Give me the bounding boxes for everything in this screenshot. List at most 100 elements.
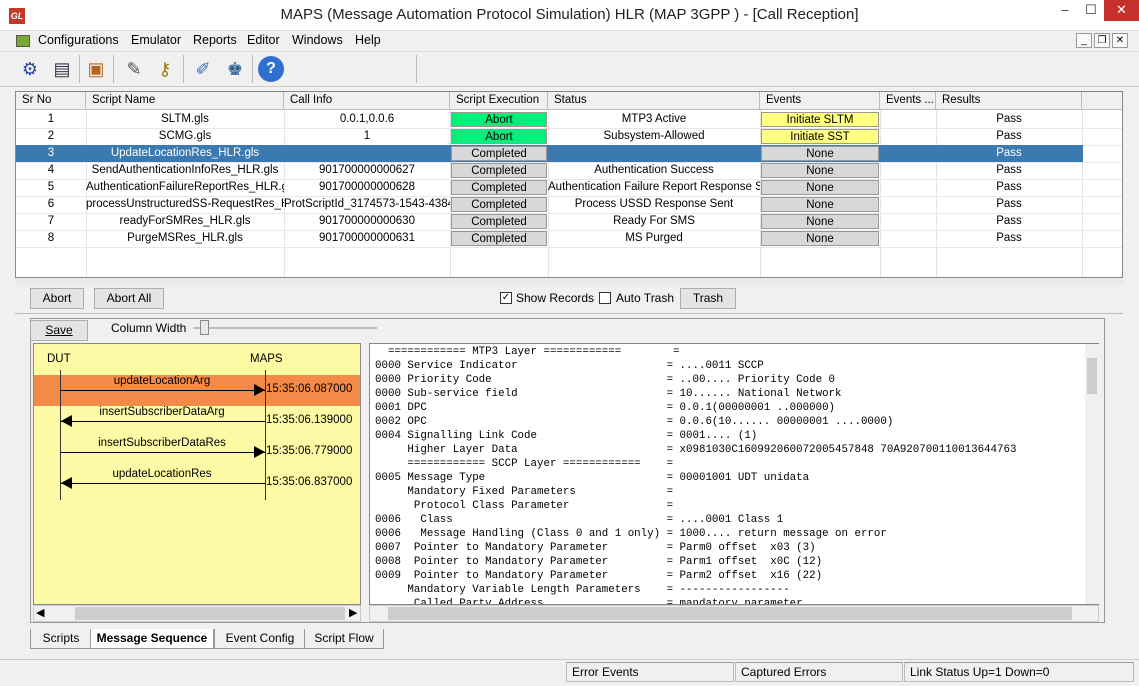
script-execution-button[interactable]: Completed: [451, 214, 547, 229]
cell-sr[interactable]: 3: [16, 145, 86, 162]
document-icon[interactable]: [16, 35, 30, 47]
script-execution-button[interactable]: Abort: [451, 129, 547, 144]
cell-script[interactable]: SLTM.gls: [86, 111, 284, 128]
cell-result[interactable]: Pass: [936, 230, 1082, 247]
cell-script[interactable]: SCMG.gls: [86, 128, 284, 145]
menu-emulator[interactable]: Emulator: [131, 33, 181, 47]
cell-status[interactable]: [548, 145, 760, 162]
sequence-message-label[interactable]: insertSubscriberDataRes: [62, 437, 262, 449]
cell-status[interactable]: MS Purged: [548, 230, 760, 247]
menu-editor[interactable]: Editor: [247, 33, 280, 47]
events-button[interactable]: Initiate SLTM: [761, 112, 879, 127]
cell-status[interactable]: Authentication Failure Report Response S…: [548, 179, 760, 196]
cell-result[interactable]: Pass: [936, 213, 1082, 230]
script-execution-button[interactable]: Completed: [451, 163, 547, 178]
notebook-icon[interactable]: ▤: [48, 55, 76, 83]
tab-message-sequence[interactable]: Message Sequence: [90, 629, 214, 649]
mdi-close-button[interactable]: ✕: [1112, 33, 1128, 48]
column-width-slider-handle[interactable]: [200, 320, 209, 335]
decode-hscroll-thumb[interactable]: [388, 607, 1072, 620]
scroll-left-arrow-icon[interactable]: ◀: [36, 606, 44, 619]
cell-sr[interactable]: 5: [16, 179, 86, 196]
window-minimize-button[interactable]: –: [1052, 0, 1078, 21]
cell-call[interactable]: 1: [284, 128, 450, 145]
cell-call[interactable]: 0.0.1,0.0.6: [284, 111, 450, 128]
pen-check-icon[interactable]: ✐: [189, 55, 217, 83]
cell-sr[interactable]: 1: [16, 111, 86, 128]
cell-status[interactable]: Process USSD Response Sent: [548, 196, 760, 213]
menu-reports[interactable]: Reports: [193, 33, 237, 47]
cell-script[interactable]: UpdateLocationRes_HLR.gls: [86, 145, 284, 162]
help-icon[interactable]: ?: [258, 56, 284, 82]
mdi-restore-button[interactable]: ❐: [1094, 33, 1110, 48]
cell-call[interactable]: 901700000000631: [284, 230, 450, 247]
script-execution-button[interactable]: Completed: [451, 146, 547, 161]
cell-script[interactable]: AuthenticationFailureReportRes_HLR.gls: [86, 179, 284, 196]
cell-script[interactable]: SendAuthenticationInfoRes_HLR.gls: [86, 162, 284, 179]
decode-scroll-thumb[interactable]: [1087, 358, 1097, 394]
sequence-message-label[interactable]: updateLocationRes: [62, 468, 262, 480]
cell-script[interactable]: readyForSMRes_HLR.gls: [86, 213, 284, 230]
tab-event-config[interactable]: Event Config: [214, 629, 306, 649]
menu-configurations[interactable]: Configurations: [38, 33, 119, 47]
events-button[interactable]: None: [761, 197, 879, 212]
mdi-minimize-button[interactable]: _: [1076, 33, 1092, 48]
cell-call[interactable]: 901700000000630: [284, 213, 450, 230]
cell-script[interactable]: processUnstructuredSS-RequestRes_H...: [86, 196, 284, 213]
events-button[interactable]: Initiate SST: [761, 129, 879, 144]
col-header-events[interactable]: Events: [760, 92, 880, 110]
cell-sr[interactable]: 2: [16, 128, 86, 145]
events-button[interactable]: None: [761, 231, 879, 246]
cell-sr[interactable]: 7: [16, 213, 86, 230]
sequence-scroll-thumb[interactable]: [75, 607, 345, 620]
col-header-call-info[interactable]: Call Info: [284, 92, 450, 110]
cell-result[interactable]: Pass: [936, 145, 1082, 162]
col-header-status[interactable]: Status: [548, 92, 760, 110]
column-width-slider-track[interactable]: [193, 327, 377, 329]
sequence-message-arrow[interactable]: [60, 390, 265, 391]
window-maximize-button[interactable]: ☐: [1078, 0, 1104, 21]
cell-call[interactable]: 901700000000628: [284, 179, 450, 196]
cell-status[interactable]: Ready For SMS: [548, 213, 760, 230]
show-records-checkbox[interactable]: ✓: [500, 292, 512, 304]
script-execution-button[interactable]: Completed: [451, 197, 547, 212]
save-button[interactable]: Save: [30, 320, 88, 341]
gear-icon[interactable]: ⚙: [16, 55, 44, 83]
tab-script-flow[interactable]: Script Flow: [304, 629, 384, 649]
sequence-message-arrow[interactable]: [60, 452, 265, 453]
briefcase-icon[interactable]: ▣: [82, 55, 110, 83]
col-header-script-name[interactable]: Script Name: [86, 92, 284, 110]
cell-call[interactable]: ProtScriptId_3174573-1543-4384: [284, 196, 450, 213]
cell-call[interactable]: [284, 145, 450, 162]
cell-call[interactable]: 901700000000627: [284, 162, 450, 179]
col-header-script-execution[interactable]: Script Execution: [450, 92, 548, 110]
cell-result[interactable]: Pass: [936, 128, 1082, 145]
events-button[interactable]: None: [761, 214, 879, 229]
events-button[interactable]: None: [761, 146, 879, 161]
scroll-right-arrow-icon[interactable]: ▶: [349, 606, 357, 619]
sequence-message-label[interactable]: insertSubscriberDataArg: [62, 406, 262, 418]
events-button[interactable]: None: [761, 180, 879, 195]
events-button[interactable]: None: [761, 163, 879, 178]
cell-status[interactable]: MTP3 Active: [548, 111, 760, 128]
menu-windows[interactable]: Windows: [292, 33, 343, 47]
menu-help[interactable]: Help: [355, 33, 381, 47]
cell-result[interactable]: Pass: [936, 111, 1082, 128]
cell-sr[interactable]: 8: [16, 230, 86, 247]
keys-icon[interactable]: ⚷: [151, 55, 179, 83]
col-header-results[interactable]: Results: [936, 92, 1082, 110]
script-edit-icon[interactable]: ✎: [120, 55, 148, 83]
cell-status[interactable]: Subsystem-Allowed: [548, 128, 760, 145]
auto-trash-checkbox[interactable]: [599, 292, 611, 304]
trash-button[interactable]: Trash: [680, 288, 736, 309]
sequence-message-arrow[interactable]: [60, 421, 265, 422]
abort-button[interactable]: Abort: [30, 288, 84, 309]
col-header-events-more[interactable]: Events ...: [880, 92, 936, 110]
cell-result[interactable]: Pass: [936, 179, 1082, 196]
cell-result[interactable]: Pass: [936, 162, 1082, 179]
cell-sr[interactable]: 6: [16, 196, 86, 213]
cell-result[interactable]: Pass: [936, 196, 1082, 213]
cell-script[interactable]: PurgeMSRes_HLR.gls: [86, 230, 284, 247]
tab-scripts[interactable]: Scripts: [30, 629, 92, 649]
cell-status[interactable]: Authentication Success: [548, 162, 760, 179]
